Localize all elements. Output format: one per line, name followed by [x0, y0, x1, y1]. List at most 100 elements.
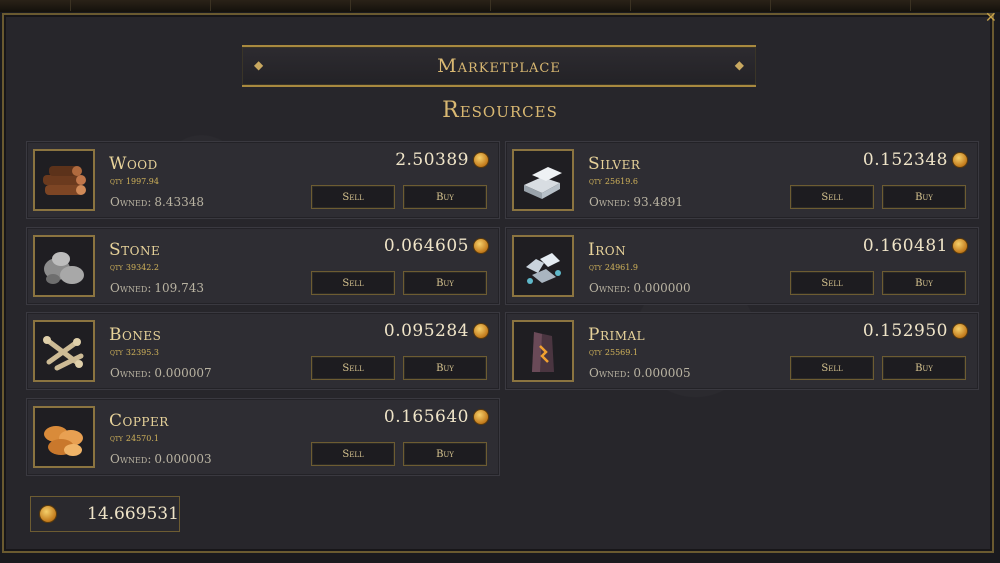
- owned-value: 109.743: [154, 281, 204, 295]
- resource-card-bones: Bones qty 32395.3 Owned: 0.000007 0.095284…: [26, 312, 500, 390]
- owned-label: Owned:: [110, 195, 152, 209]
- qty-label: qty: [589, 263, 602, 272]
- qty-value: 24961.9: [604, 263, 638, 272]
- qty-label: qty: [110, 434, 123, 443]
- resource-card-primal: Primal qty 25569.1 Owned: 0.000005 0.15295…: [505, 312, 979, 390]
- topbar-slot: [280, 0, 351, 11]
- resource-owned: Owned: 0.000005: [589, 366, 691, 380]
- sell-button-wood[interactable]: Sell: [311, 185, 395, 209]
- owned-label: Owned:: [110, 452, 152, 466]
- coin-icon: [952, 152, 968, 168]
- buy-button-iron[interactable]: Buy: [882, 271, 966, 295]
- resource-name: Wood: [109, 154, 158, 174]
- title-banner: ◆ Marketplace ◆: [242, 45, 756, 87]
- ornament-icon: ◆: [254, 58, 264, 72]
- owned-label: Owned:: [589, 281, 631, 295]
- resource-owned: Owned: 8.43348: [110, 195, 204, 209]
- resource-qty: qty 24961.9: [589, 263, 638, 272]
- balance-value: 14.669531: [87, 504, 179, 524]
- resource-owned: Owned: 0.000003: [110, 452, 212, 466]
- resource-qty: qty 25619.6: [589, 177, 638, 186]
- resource-card-iron: Iron qty 24961.9 Owned: 0.000000 0.160481 …: [505, 227, 979, 305]
- qty-label: qty: [589, 177, 602, 186]
- sell-button-bones[interactable]: Sell: [311, 356, 395, 380]
- topbar-slot: [0, 0, 71, 11]
- top-resource-bar: [0, 0, 1000, 12]
- resource-price: 0.064605: [383, 236, 469, 256]
- owned-value: 0.000000: [633, 281, 691, 295]
- resource-name: Primal: [588, 325, 646, 345]
- buy-button-bones[interactable]: Buy: [403, 356, 487, 380]
- section-title: Resources: [442, 98, 558, 123]
- iron-icon: [512, 235, 574, 297]
- sell-button-silver[interactable]: Sell: [790, 185, 874, 209]
- resource-price: 0.160481: [862, 236, 948, 256]
- resource-owned: Owned: 0.000007: [110, 366, 212, 380]
- coin-icon: [473, 238, 489, 254]
- ornament-icon: ◆: [734, 58, 744, 72]
- resource-card-silver: Silver qty 25619.6 Owned: 93.4891 0.152348…: [505, 141, 979, 219]
- topbar-slot: [700, 0, 771, 11]
- qty-value: 25569.1: [604, 348, 638, 357]
- topbar-slot: [840, 0, 911, 11]
- resource-owned: Owned: 0.000000: [589, 281, 691, 295]
- qty-value: 32395.3: [125, 348, 159, 357]
- owned-label: Owned:: [589, 195, 631, 209]
- wallet-balance: 14.669531: [30, 496, 180, 532]
- resource-price: 0.152348: [862, 150, 948, 170]
- resource-card-wood: Wood qty 1997.94 Owned: 8.43348 2.50389 Se…: [26, 141, 500, 219]
- buy-button-primal[interactable]: Buy: [882, 356, 966, 380]
- coin-icon: [473, 409, 489, 425]
- silver-icon: [512, 149, 574, 211]
- buy-button-wood[interactable]: Buy: [403, 185, 487, 209]
- owned-value: 93.4891: [633, 195, 683, 209]
- primal-icon: [512, 320, 574, 382]
- wood-icon: [33, 149, 95, 211]
- qty-value: 24570.1: [125, 434, 159, 443]
- qty-label: qty: [110, 177, 123, 186]
- resource-card-copper: Copper qty 24570.1 Owned: 0.000003 0.16564…: [26, 398, 500, 476]
- qty-label: qty: [110, 263, 123, 272]
- coin-icon: [952, 238, 968, 254]
- qty-value: 1997.94: [125, 177, 159, 186]
- resource-name: Silver: [588, 154, 641, 174]
- coin-icon: [473, 323, 489, 339]
- page-title: Marketplace: [437, 55, 561, 77]
- resource-name: Iron: [588, 240, 627, 260]
- sell-button-primal[interactable]: Sell: [790, 356, 874, 380]
- resource-price: 2.50389: [395, 150, 469, 170]
- qty-value: 25619.6: [604, 177, 638, 186]
- buy-button-stone[interactable]: Buy: [403, 271, 487, 295]
- buy-button-copper[interactable]: Buy: [403, 442, 487, 466]
- buy-button-silver[interactable]: Buy: [882, 185, 966, 209]
- resource-qty: qty 25569.1: [589, 348, 638, 357]
- resource-qty: qty 39342.2: [110, 263, 159, 272]
- coin-icon: [473, 152, 489, 168]
- sell-button-stone[interactable]: Sell: [311, 271, 395, 295]
- resource-card-stone: Stone qty 39342.2 Owned: 109.743 0.064605 …: [26, 227, 500, 305]
- owned-value: 8.43348: [154, 195, 204, 209]
- topbar-slot: [140, 0, 211, 11]
- resource-price: 0.165640: [383, 407, 469, 427]
- coin-icon: [39, 505, 57, 523]
- owned-label: Owned:: [110, 366, 152, 380]
- owned-value: 0.000007: [154, 366, 212, 380]
- bones-icon: [33, 320, 95, 382]
- close-icon[interactable]: ✕: [985, 11, 999, 25]
- resource-qty: qty 32395.3: [110, 348, 159, 357]
- sell-button-iron[interactable]: Sell: [790, 271, 874, 295]
- owned-value: 0.000005: [633, 366, 691, 380]
- topbar-slot: [420, 0, 491, 11]
- owned-label: Owned:: [589, 366, 631, 380]
- resource-price: 0.095284: [383, 321, 469, 341]
- resource-qty: qty 24570.1: [110, 434, 159, 443]
- resource-name: Copper: [109, 411, 169, 431]
- topbar-slot: [560, 0, 631, 11]
- resource-owned: Owned: 109.743: [110, 281, 204, 295]
- qty-value: 39342.2: [125, 263, 159, 272]
- owned-value: 0.000003: [154, 452, 212, 466]
- sell-button-copper[interactable]: Sell: [311, 442, 395, 466]
- resource-name: Bones: [109, 325, 162, 345]
- qty-label: qty: [110, 348, 123, 357]
- resource-price: 0.152950: [862, 321, 948, 341]
